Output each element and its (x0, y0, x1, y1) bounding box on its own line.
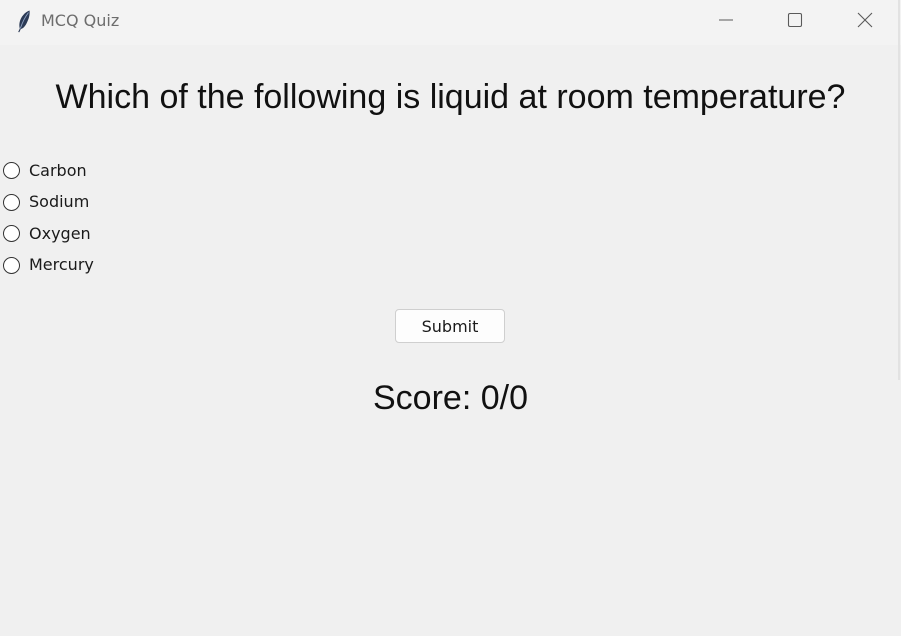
option-label: Oxygen (29, 223, 91, 243)
window-edge (898, 0, 900, 380)
feather-icon (14, 9, 34, 33)
option-mercury[interactable]: Mercury (3, 250, 94, 282)
question-text: Which of the following is liquid at room… (55, 78, 846, 116)
option-carbon[interactable]: Carbon (3, 155, 94, 187)
app-window: MCQ Quiz Which of the following is liqui… (0, 0, 901, 636)
close-button[interactable] (842, 0, 888, 44)
radio-button[interactable] (3, 162, 20, 180)
maximize-button[interactable] (772, 0, 818, 44)
minimize-icon (718, 12, 734, 33)
option-oxygen[interactable]: Oxygen (3, 218, 94, 250)
score-label: Score: 0/0 (373, 379, 528, 417)
answer-options: Carbon Sodium Oxygen Mercury (3, 155, 94, 281)
minimize-button[interactable] (703, 0, 749, 44)
radio-button[interactable] (3, 193, 20, 211)
title-bar[interactable]: MCQ Quiz (0, 0, 901, 45)
option-sodium[interactable]: Sodium (3, 187, 94, 219)
option-label: Mercury (29, 255, 94, 275)
close-icon (857, 12, 873, 33)
radio-button[interactable] (3, 256, 20, 274)
submit-button[interactable]: Submit (395, 309, 505, 343)
window-title: MCQ Quiz (41, 11, 120, 30)
radio-button[interactable] (3, 225, 20, 243)
option-label: Sodium (29, 192, 90, 212)
option-label: Carbon (29, 160, 87, 180)
maximize-icon (787, 12, 803, 33)
